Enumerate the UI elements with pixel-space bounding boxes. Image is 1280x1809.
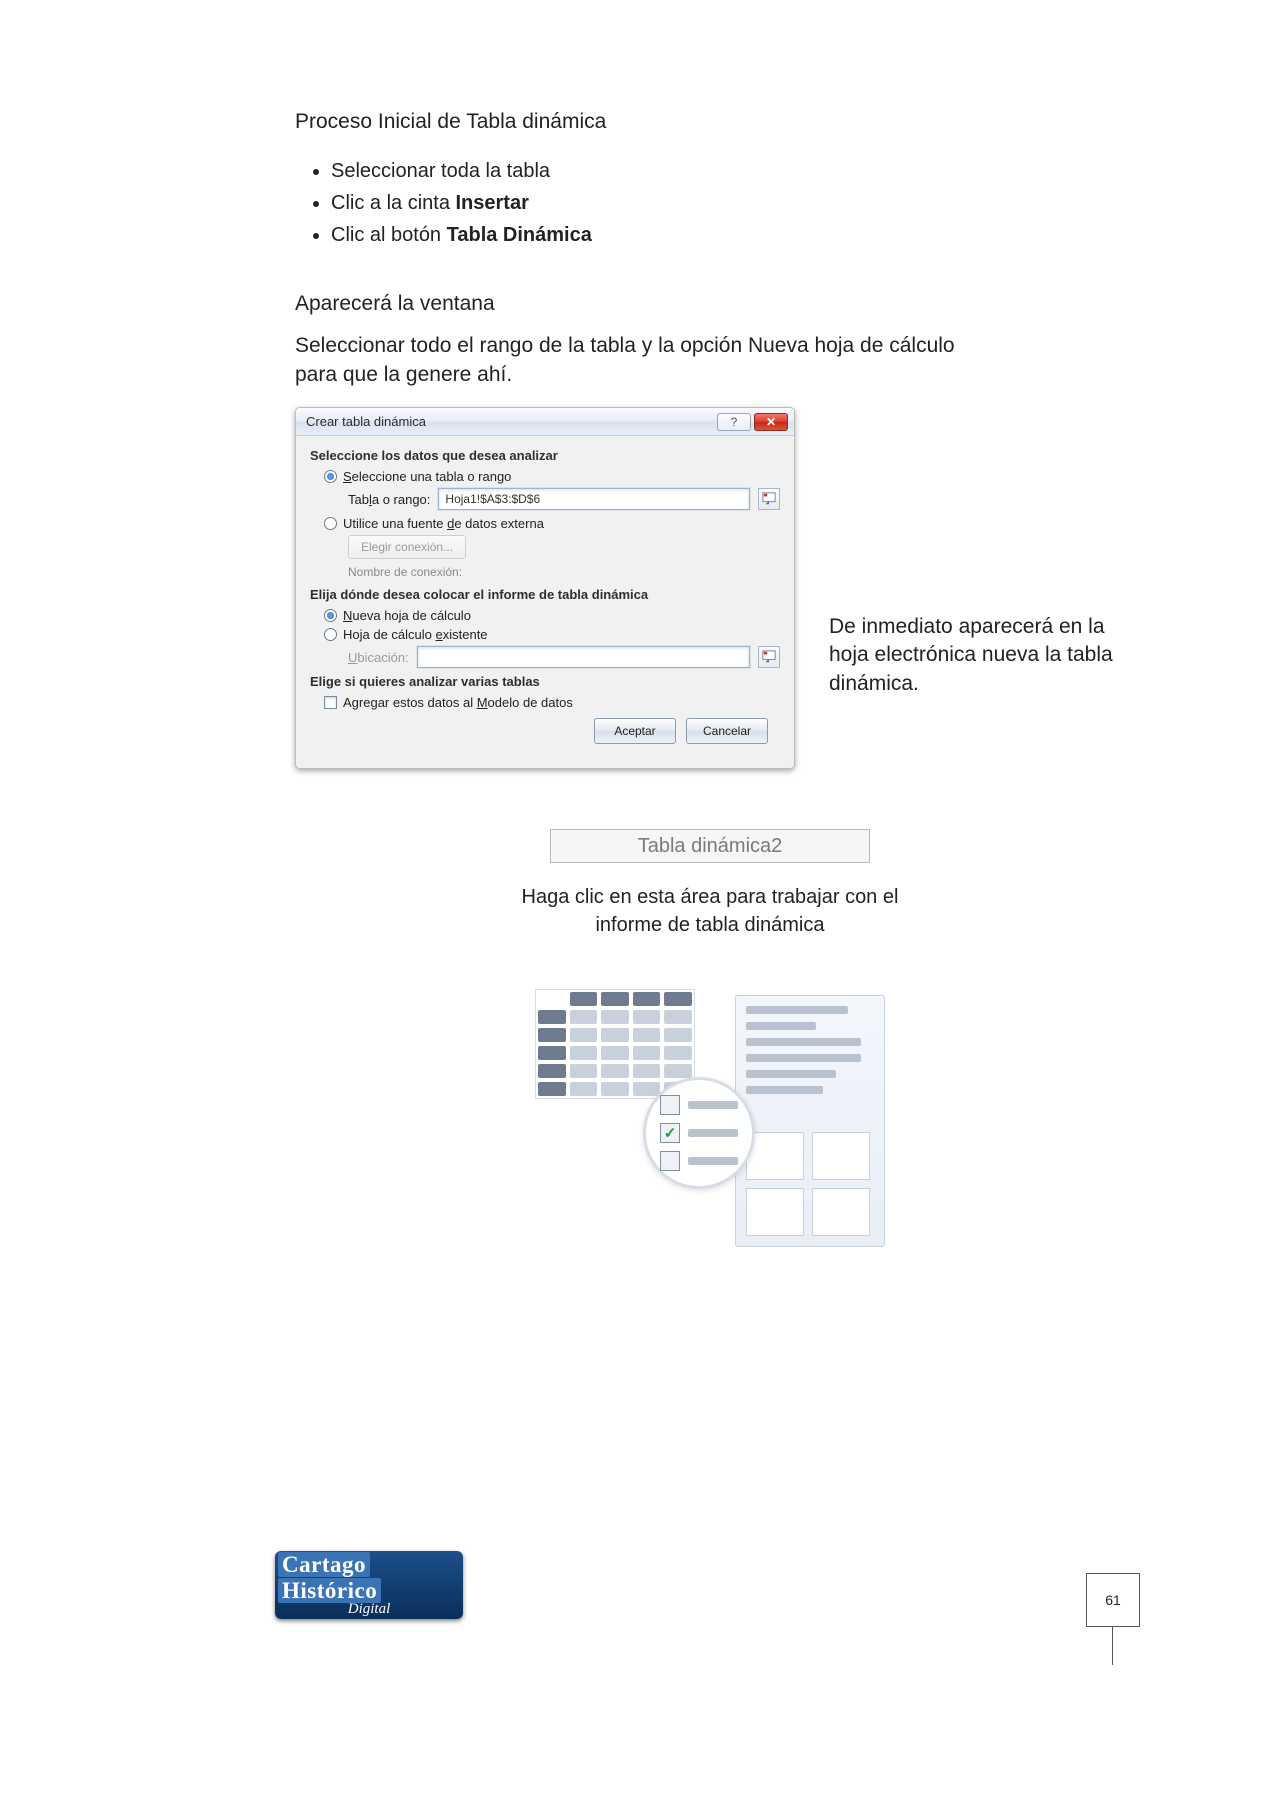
range-input[interactable]: [438, 488, 750, 510]
choose-connection-button: Elegir conexión...: [348, 535, 466, 559]
radio-icon: [324, 517, 337, 530]
radio-existing-worksheet[interactable]: Hoja de cálculo existente: [324, 627, 780, 642]
logo-word-3: Digital: [348, 1601, 391, 1618]
location-picker-button[interactable]: [758, 646, 780, 668]
pivottable-placeholder: Tabla dinámica2 Haga clic en esta área p…: [495, 829, 925, 1249]
side-note: De inmediato aparecerá en la hoja electr…: [829, 613, 1119, 698]
step-3-text: Clic al botón: [331, 224, 447, 246]
magnifier-icon: ✓: [643, 1077, 755, 1189]
radio-icon: [324, 470, 337, 483]
radio-icon: [324, 609, 337, 622]
connection-name-label: Nombre de conexión:: [348, 565, 780, 579]
step-2: Clic a la cinta Insertar: [331, 188, 1140, 218]
section-placement: Elija dónde desea colocar el informe de …: [310, 587, 780, 602]
radio-label: Seleccione una tabla o rango: [343, 469, 511, 484]
range-picker-icon: [762, 492, 776, 506]
ok-button[interactable]: Aceptar: [594, 718, 676, 744]
step-3-bold: Tabla Dinámica: [447, 224, 592, 246]
pivottable-illustration: ✓: [535, 989, 885, 1249]
section-heading: Proceso Inicial de Tabla dinámica: [295, 110, 1140, 134]
paragraph-instruction: Seleccionar todo el rango de la tabla y …: [295, 332, 985, 389]
range-label: Tabla o rango:: [348, 492, 430, 507]
page-number-stem: [1112, 1627, 1114, 1665]
section-select-data: Seleccione los datos que desea analizar: [310, 448, 780, 463]
cartago-historico-logo: Cartago Histórico Digital: [275, 1551, 463, 1619]
dialog-close-button[interactable]: ✕: [754, 413, 788, 431]
radio-label: Nueva hoja de cálculo: [343, 608, 471, 623]
range-picker-icon: [762, 650, 776, 664]
cancel-button[interactable]: Cancelar: [686, 718, 768, 744]
radio-label: Hoja de cálculo existente: [343, 627, 488, 642]
step-2-bold: Insertar: [456, 192, 529, 214]
dialog-help-button[interactable]: ?: [717, 413, 751, 431]
checkbox-add-to-data-model[interactable]: Agregar estos datos al Modelo de datos: [324, 695, 780, 710]
radio-external-source[interactable]: Utilice una fuente de datos externa: [324, 516, 780, 531]
checkbox-icon: [324, 696, 337, 709]
radio-select-table-range[interactable]: Seleccione una tabla o rango: [324, 469, 780, 484]
range-picker-button[interactable]: [758, 488, 780, 510]
dialog-titlebar: Crear tabla dinámica ? ✕: [296, 408, 794, 436]
create-pivottable-dialog: Crear tabla dinámica ? ✕ Seleccione los …: [295, 407, 795, 769]
pivottable-name-box: Tabla dinámica2: [550, 829, 870, 863]
logo-word-1: Cartago: [278, 1552, 370, 1577]
step-3: Clic al botón Tabla Dinámica: [331, 220, 1140, 250]
radio-icon: [324, 628, 337, 641]
dialog-title: Crear tabla dinámica: [306, 414, 426, 429]
field-list-panel-icon: [735, 995, 885, 1247]
logo-word-2: Histórico: [278, 1578, 381, 1603]
radio-new-worksheet[interactable]: Nueva hoja de cálculo: [324, 608, 780, 623]
subheading-1: Aparecerá la ventana: [295, 290, 1140, 318]
pivottable-hint: Haga clic en esta área para trabajar con…: [495, 883, 925, 939]
checkbox-label: Agregar estos datos al Modelo de datos: [343, 695, 573, 710]
step-1: Seleccionar toda la tabla: [331, 156, 1140, 186]
mini-table-icon: [535, 989, 695, 1099]
page-number: 61: [1086, 1573, 1140, 1627]
step-2-text: Clic a la cinta: [331, 192, 456, 214]
steps-list: Seleccionar toda la tabla Clic a la cint…: [331, 156, 1140, 250]
location-label: Ubicación:: [348, 650, 409, 665]
radio-label: Utilice una fuente de datos externa: [343, 516, 544, 531]
section-multiple-tables: Elige si quieres analizar varias tablas: [310, 674, 780, 689]
location-input: [417, 646, 750, 668]
